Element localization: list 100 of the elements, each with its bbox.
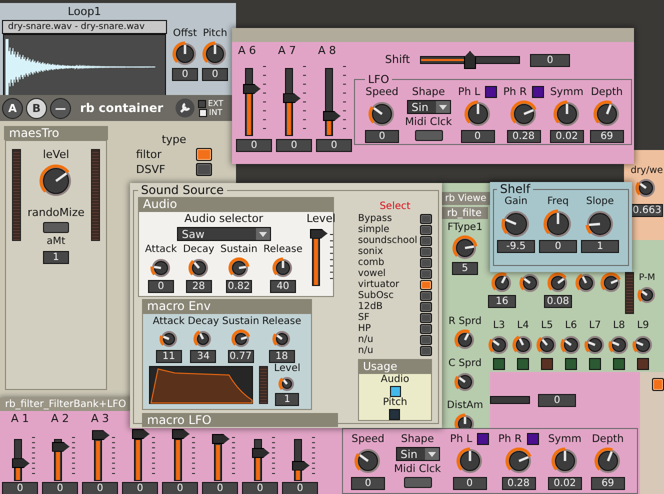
usage-indicator[interactable]: [390, 386, 400, 397]
knob[interactable]: [491, 272, 513, 294]
knob[interactable]: [38, 164, 73, 198]
knob[interactable]: [278, 375, 296, 393]
knob[interactable]: [584, 334, 606, 356]
knob[interactable]: [632, 334, 654, 356]
knob[interactable]: [464, 100, 492, 128]
knob[interactable]: [543, 209, 573, 239]
knob[interactable]: [600, 272, 622, 294]
knob[interactable]: [188, 257, 210, 279]
toggle-checkbox[interactable]: [477, 433, 490, 445]
option-button[interactable]: [420, 324, 432, 334]
knob[interactable]: [550, 447, 579, 475]
knob[interactable]: [454, 329, 476, 351]
knob[interactable]: [456, 447, 484, 475]
slider-track[interactable]: [490, 396, 530, 404]
option-button[interactable]: [420, 312, 432, 322]
slider-track[interactable]: [132, 429, 150, 481]
option-button[interactable]: [420, 334, 432, 344]
slider-thumb[interactable]: [132, 429, 150, 439]
knob[interactable]: [202, 41, 228, 67]
knob[interactable]: [512, 334, 534, 356]
knob[interactable]: [552, 100, 581, 128]
slider-thumb[interactable]: [212, 434, 230, 444]
slider-thumb[interactable]: [310, 228, 328, 238]
band-toggle[interactable]: [589, 358, 601, 370]
option-button[interactable]: [420, 346, 432, 356]
option-button[interactable]: [420, 214, 432, 224]
knob[interactable]: [158, 329, 179, 349]
slider-thumb[interactable]: [464, 51, 476, 69]
knob[interactable]: [594, 447, 622, 475]
dropdown-button[interactable]: [436, 101, 450, 113]
knob[interactable]: [172, 41, 198, 67]
band-toggle[interactable]: [493, 358, 505, 370]
option-button[interactable]: [420, 302, 432, 312]
knob[interactable]: [501, 209, 531, 239]
dropdown[interactable]: Saw: [176, 227, 271, 241]
toggle-checkbox[interactable]: [485, 86, 498, 98]
knob[interactable]: [272, 329, 292, 349]
band-toggle[interactable]: [517, 358, 529, 370]
slider-thumb[interactable]: [282, 93, 300, 104]
midi-clock-button[interactable]: [414, 130, 442, 141]
knob[interactable]: [637, 285, 657, 305]
slider-track[interactable]: [92, 429, 110, 481]
band-toggle[interactable]: [613, 358, 625, 370]
knob[interactable]: [510, 100, 538, 128]
knob[interactable]: [592, 100, 621, 128]
container-button[interactable]: B: [26, 98, 47, 118]
knob[interactable]: [228, 257, 250, 279]
knob[interactable]: [150, 257, 172, 279]
knob[interactable]: [536, 334, 558, 356]
knob[interactable]: [454, 371, 476, 393]
slider-thumb[interactable]: [172, 429, 190, 439]
toggle-checkbox[interactable]: [526, 433, 539, 445]
slider-thumb[interactable]: [52, 442, 70, 452]
option-button[interactable]: [420, 246, 432, 256]
knob[interactable]: [635, 177, 657, 199]
option-button[interactable]: [420, 290, 432, 300]
knob[interactable]: [504, 447, 532, 475]
wrench-icon[interactable]: [175, 98, 195, 118]
knob[interactable]: [608, 334, 630, 356]
sync-option[interactable]: [199, 108, 208, 116]
dropdown[interactable]: Sin: [406, 100, 450, 114]
knob[interactable]: [488, 334, 510, 356]
slider-thumb[interactable]: [252, 448, 270, 458]
knob[interactable]: [368, 100, 396, 128]
slider-thumb[interactable]: [322, 111, 340, 122]
knob[interactable]: [560, 334, 582, 356]
midi-clock-button[interactable]: [404, 477, 432, 488]
container-button[interactable]: A: [2, 98, 23, 118]
band-toggle[interactable]: [637, 358, 649, 370]
slider-thumb[interactable]: [292, 460, 310, 470]
slider-track[interactable]: [172, 429, 190, 481]
knob[interactable]: [452, 235, 478, 261]
slider-thumb[interactable]: [12, 458, 30, 468]
knob[interactable]: [547, 272, 569, 294]
knob[interactable]: [354, 447, 382, 475]
toggle-button[interactable]: [652, 378, 664, 391]
option-button[interactable]: [420, 236, 432, 246]
knob[interactable]: [193, 329, 214, 349]
slider-track[interactable]: [310, 226, 328, 286]
type-button[interactable]: [196, 148, 212, 161]
toggle-checkbox[interactable]: [532, 86, 544, 98]
option-button[interactable]: [420, 268, 432, 278]
knob[interactable]: [272, 257, 294, 279]
usage-indicator[interactable]: [389, 409, 400, 420]
option-button[interactable]: [420, 258, 432, 268]
dropdown[interactable]: Sin: [396, 447, 440, 461]
container-button[interactable]: —: [50, 98, 71, 118]
slider-thumb[interactable]: [242, 84, 260, 94]
randomize-button[interactable]: [42, 222, 69, 233]
knob[interactable]: [585, 209, 615, 239]
slider-thumb[interactable]: [92, 430, 110, 440]
knob[interactable]: [230, 329, 251, 349]
knob[interactable]: [575, 272, 597, 294]
band-toggle[interactable]: [541, 358, 553, 370]
option-button[interactable]: [420, 224, 432, 234]
option-button[interactable]: [420, 280, 432, 290]
band-toggle[interactable]: [565, 358, 577, 370]
dropdown-button[interactable]: [424, 448, 438, 460]
